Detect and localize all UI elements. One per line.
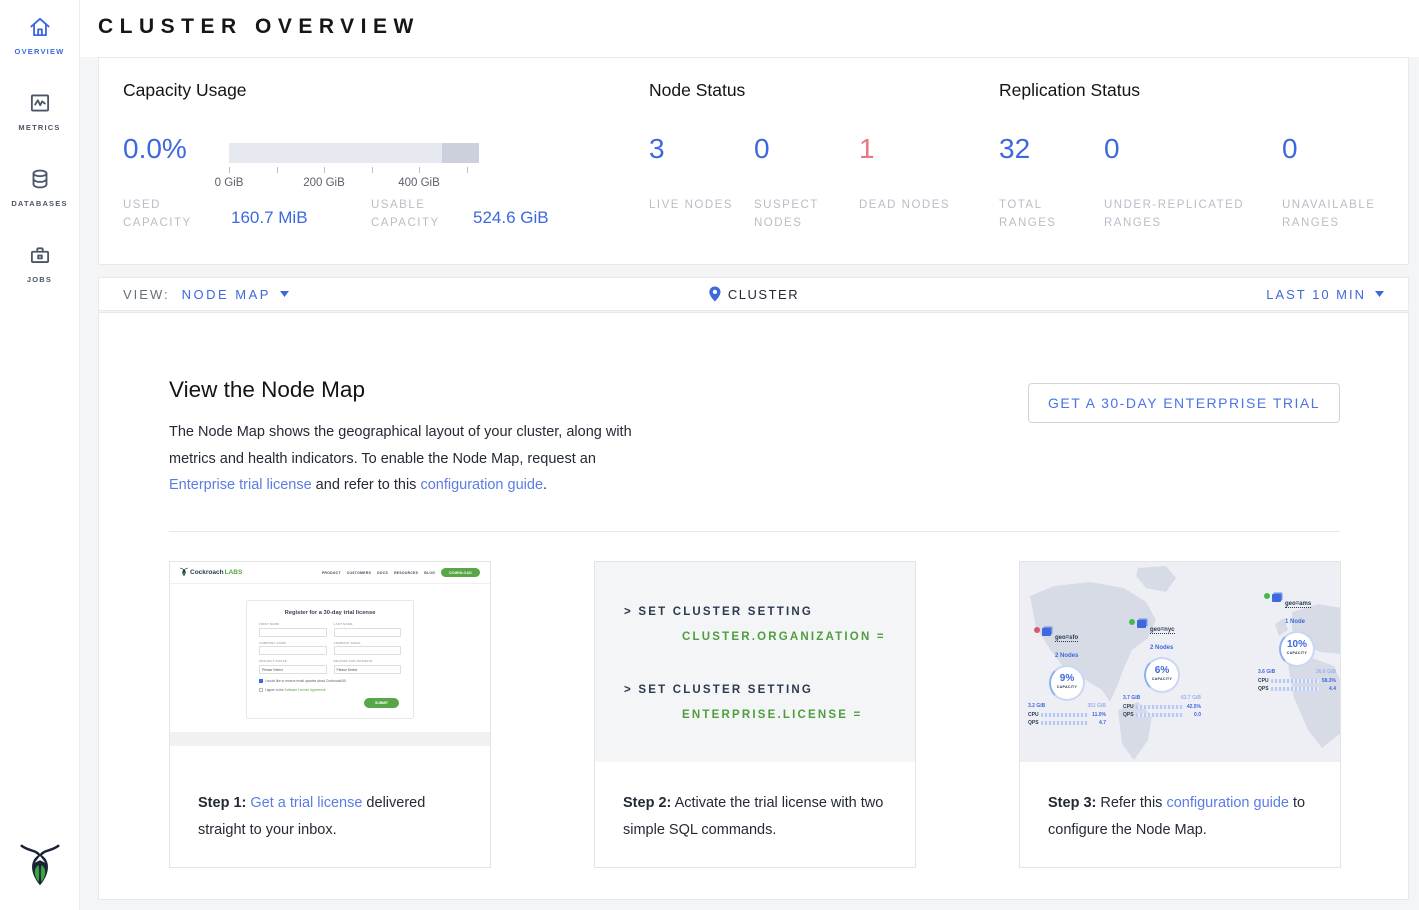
- node-locality-badge-ams: geo=ams1 Node 10%CAPACITY 3.6 GiB36.6 Gi…: [1258, 592, 1336, 692]
- node-status-title: Node Status: [649, 80, 745, 101]
- node-cube-icon: [1137, 620, 1146, 628]
- live-nodes-label: LIVE NODES: [649, 196, 744, 214]
- ok-status-icon: [1129, 619, 1135, 625]
- capacity-bar-axis: 0 GiB 200 GiB 400 GiB: [229, 167, 479, 193]
- total-ranges-label: TOTAL RANGES: [999, 196, 1094, 232]
- under-replicated-ranges-value: 0: [1104, 133, 1120, 165]
- sidebar-item-label: JOBS: [0, 275, 79, 284]
- chevron-down-icon: [1375, 291, 1384, 297]
- metrics-icon: [0, 90, 79, 116]
- step-card-2: > SET CLUSTER SETTING CLUSTER.ORGANIZATI…: [594, 561, 916, 868]
- suspect-nodes-label: SUSPECT NODES: [754, 196, 849, 232]
- capacity-gauge: 9%CAPACITY: [1049, 665, 1085, 701]
- cockroachdb-logo: [20, 843, 60, 898]
- under-replicated-ranges-label: UNDER-REPLICATED RANGES: [1104, 196, 1276, 232]
- axis-tick-label: 400 GiB: [398, 177, 440, 189]
- sidebar-item-metrics[interactable]: METRICS: [0, 90, 79, 132]
- capacity-gauge: 6%CAPACITY: [1144, 657, 1180, 693]
- sidebar: OVERVIEW METRICS DATABASES JOBS: [0, 0, 80, 910]
- axis-tick-label: 200 GiB: [303, 177, 345, 189]
- database-icon: [0, 166, 79, 192]
- dead-nodes-value: 1: [859, 133, 875, 165]
- enterprise-trial-button[interactable]: GET A 30-DAY ENTERPRISE TRIAL: [1028, 383, 1340, 423]
- capacity-used-percent: 0.0%: [123, 133, 187, 165]
- separator: [169, 531, 1340, 532]
- node-cube-icon: [1042, 628, 1051, 636]
- node-map-preview: geo=sfo2 Nodes 9%CAPACITY 3.2 GiB351 GiB…: [1020, 562, 1340, 762]
- total-ranges-value: 32: [999, 133, 1030, 165]
- sidebar-item-label: DATABASES: [0, 199, 79, 208]
- used-capacity-value: 160.7 MiB: [231, 208, 308, 228]
- error-status-icon: [1034, 627, 1040, 633]
- step-2-caption: Step 2: Activate the trial license with …: [595, 762, 915, 843]
- view-bar: VIEW: NODE MAP CLUSTER LAST 10 MIN: [98, 277, 1409, 311]
- chevron-down-icon: [280, 291, 289, 297]
- node-map-description: The Node Map shows the geographical layo…: [169, 419, 651, 499]
- capacity-usage-title: Capacity Usage: [123, 80, 247, 101]
- view-selector[interactable]: NODE MAP: [182, 287, 289, 302]
- view-label: VIEW:: [123, 287, 170, 302]
- unavailable-ranges-label: UNAVAILABLE RANGES: [1282, 196, 1412, 232]
- step-1-caption: Step 1: Get a trial license delivered st…: [170, 762, 490, 843]
- unavailable-ranges-value: 0: [1282, 133, 1298, 165]
- step-3-caption: Step 3: Refer this configuration guide t…: [1020, 762, 1340, 843]
- sql-commands-preview: > SET CLUSTER SETTING CLUSTER.ORGANIZATI…: [595, 562, 915, 762]
- capacity-bar-reserved-segment: [442, 143, 479, 163]
- node-locality-badge-sfo: geo=sfo2 Nodes 9%CAPACITY 3.2 GiB351 GiB…: [1028, 626, 1106, 726]
- cockroach-labs-logo: CockroachLABS: [180, 567, 242, 578]
- node-map-panel: View the Node Map The Node Map shows the…: [98, 312, 1409, 900]
- ok-status-icon: [1264, 593, 1270, 599]
- node-cube-icon: [1272, 594, 1281, 602]
- axis-tick-label: 0 GiB: [215, 177, 244, 189]
- live-nodes-value: 3: [649, 133, 665, 165]
- step-card-3: geo=sfo2 Nodes 9%CAPACITY 3.2 GiB351 GiB…: [1019, 561, 1341, 868]
- node-locality-badge-nyc: geo=nyc2 Nodes 6%CAPACITY 3.7 GiB63.7 Gi…: [1123, 618, 1201, 718]
- location-pin-icon: [708, 286, 721, 302]
- suspect-nodes-value: 0: [754, 133, 770, 165]
- capacity-bar-chart: 0 GiB 200 GiB 400 GiB: [229, 143, 479, 193]
- trial-registration-screenshot: CockroachLABS PRODUCTCUSTOMERSDOCSRESOUR…: [170, 562, 490, 762]
- dead-nodes-label: DEAD NODES: [859, 196, 954, 214]
- cluster-summary-panel: Capacity Usage 0.0% 0 GiB 200 GiB 400 Gi…: [98, 57, 1409, 265]
- get-trial-license-link[interactable]: Get a trial license: [250, 795, 362, 811]
- configuration-guide-link[interactable]: configuration guide: [1166, 795, 1289, 811]
- briefcase-icon: [0, 242, 79, 268]
- usable-capacity-label: USABLE CAPACITY: [371, 196, 481, 232]
- scope-breadcrumb: CLUSTER: [728, 287, 799, 302]
- sidebar-item-label: METRICS: [0, 123, 79, 132]
- sidebar-item-jobs[interactable]: JOBS: [0, 242, 79, 284]
- time-range-selector[interactable]: LAST 10 MIN: [1266, 287, 1384, 302]
- home-icon: [0, 14, 79, 40]
- node-map-heading: View the Node Map: [169, 377, 365, 403]
- sidebar-item-label: OVERVIEW: [0, 47, 79, 56]
- usable-capacity-value: 524.6 GiB: [473, 208, 549, 228]
- capacity-bar-track: [229, 143, 479, 163]
- step-card-1: CockroachLABS PRODUCTCUSTOMERSDOCSRESOUR…: [169, 561, 491, 868]
- replication-status-title: Replication Status: [999, 80, 1140, 101]
- capacity-gauge: 10%CAPACITY: [1279, 631, 1315, 667]
- sidebar-item-overview[interactable]: OVERVIEW: [0, 14, 79, 56]
- configuration-guide-link[interactable]: configuration guide: [420, 477, 543, 493]
- page-title: CLUSTER OVERVIEW: [98, 15, 420, 39]
- sql-command: > SET CLUSTER SETTING ENTERPRISE.LICENSE…: [624, 678, 862, 728]
- enterprise-trial-license-link[interactable]: Enterprise trial license: [169, 477, 312, 493]
- sidebar-item-databases[interactable]: DATABASES: [0, 166, 79, 208]
- sql-command: > SET CLUSTER SETTING CLUSTER.ORGANIZATI…: [624, 600, 886, 650]
- used-capacity-label: USED CAPACITY: [123, 196, 233, 232]
